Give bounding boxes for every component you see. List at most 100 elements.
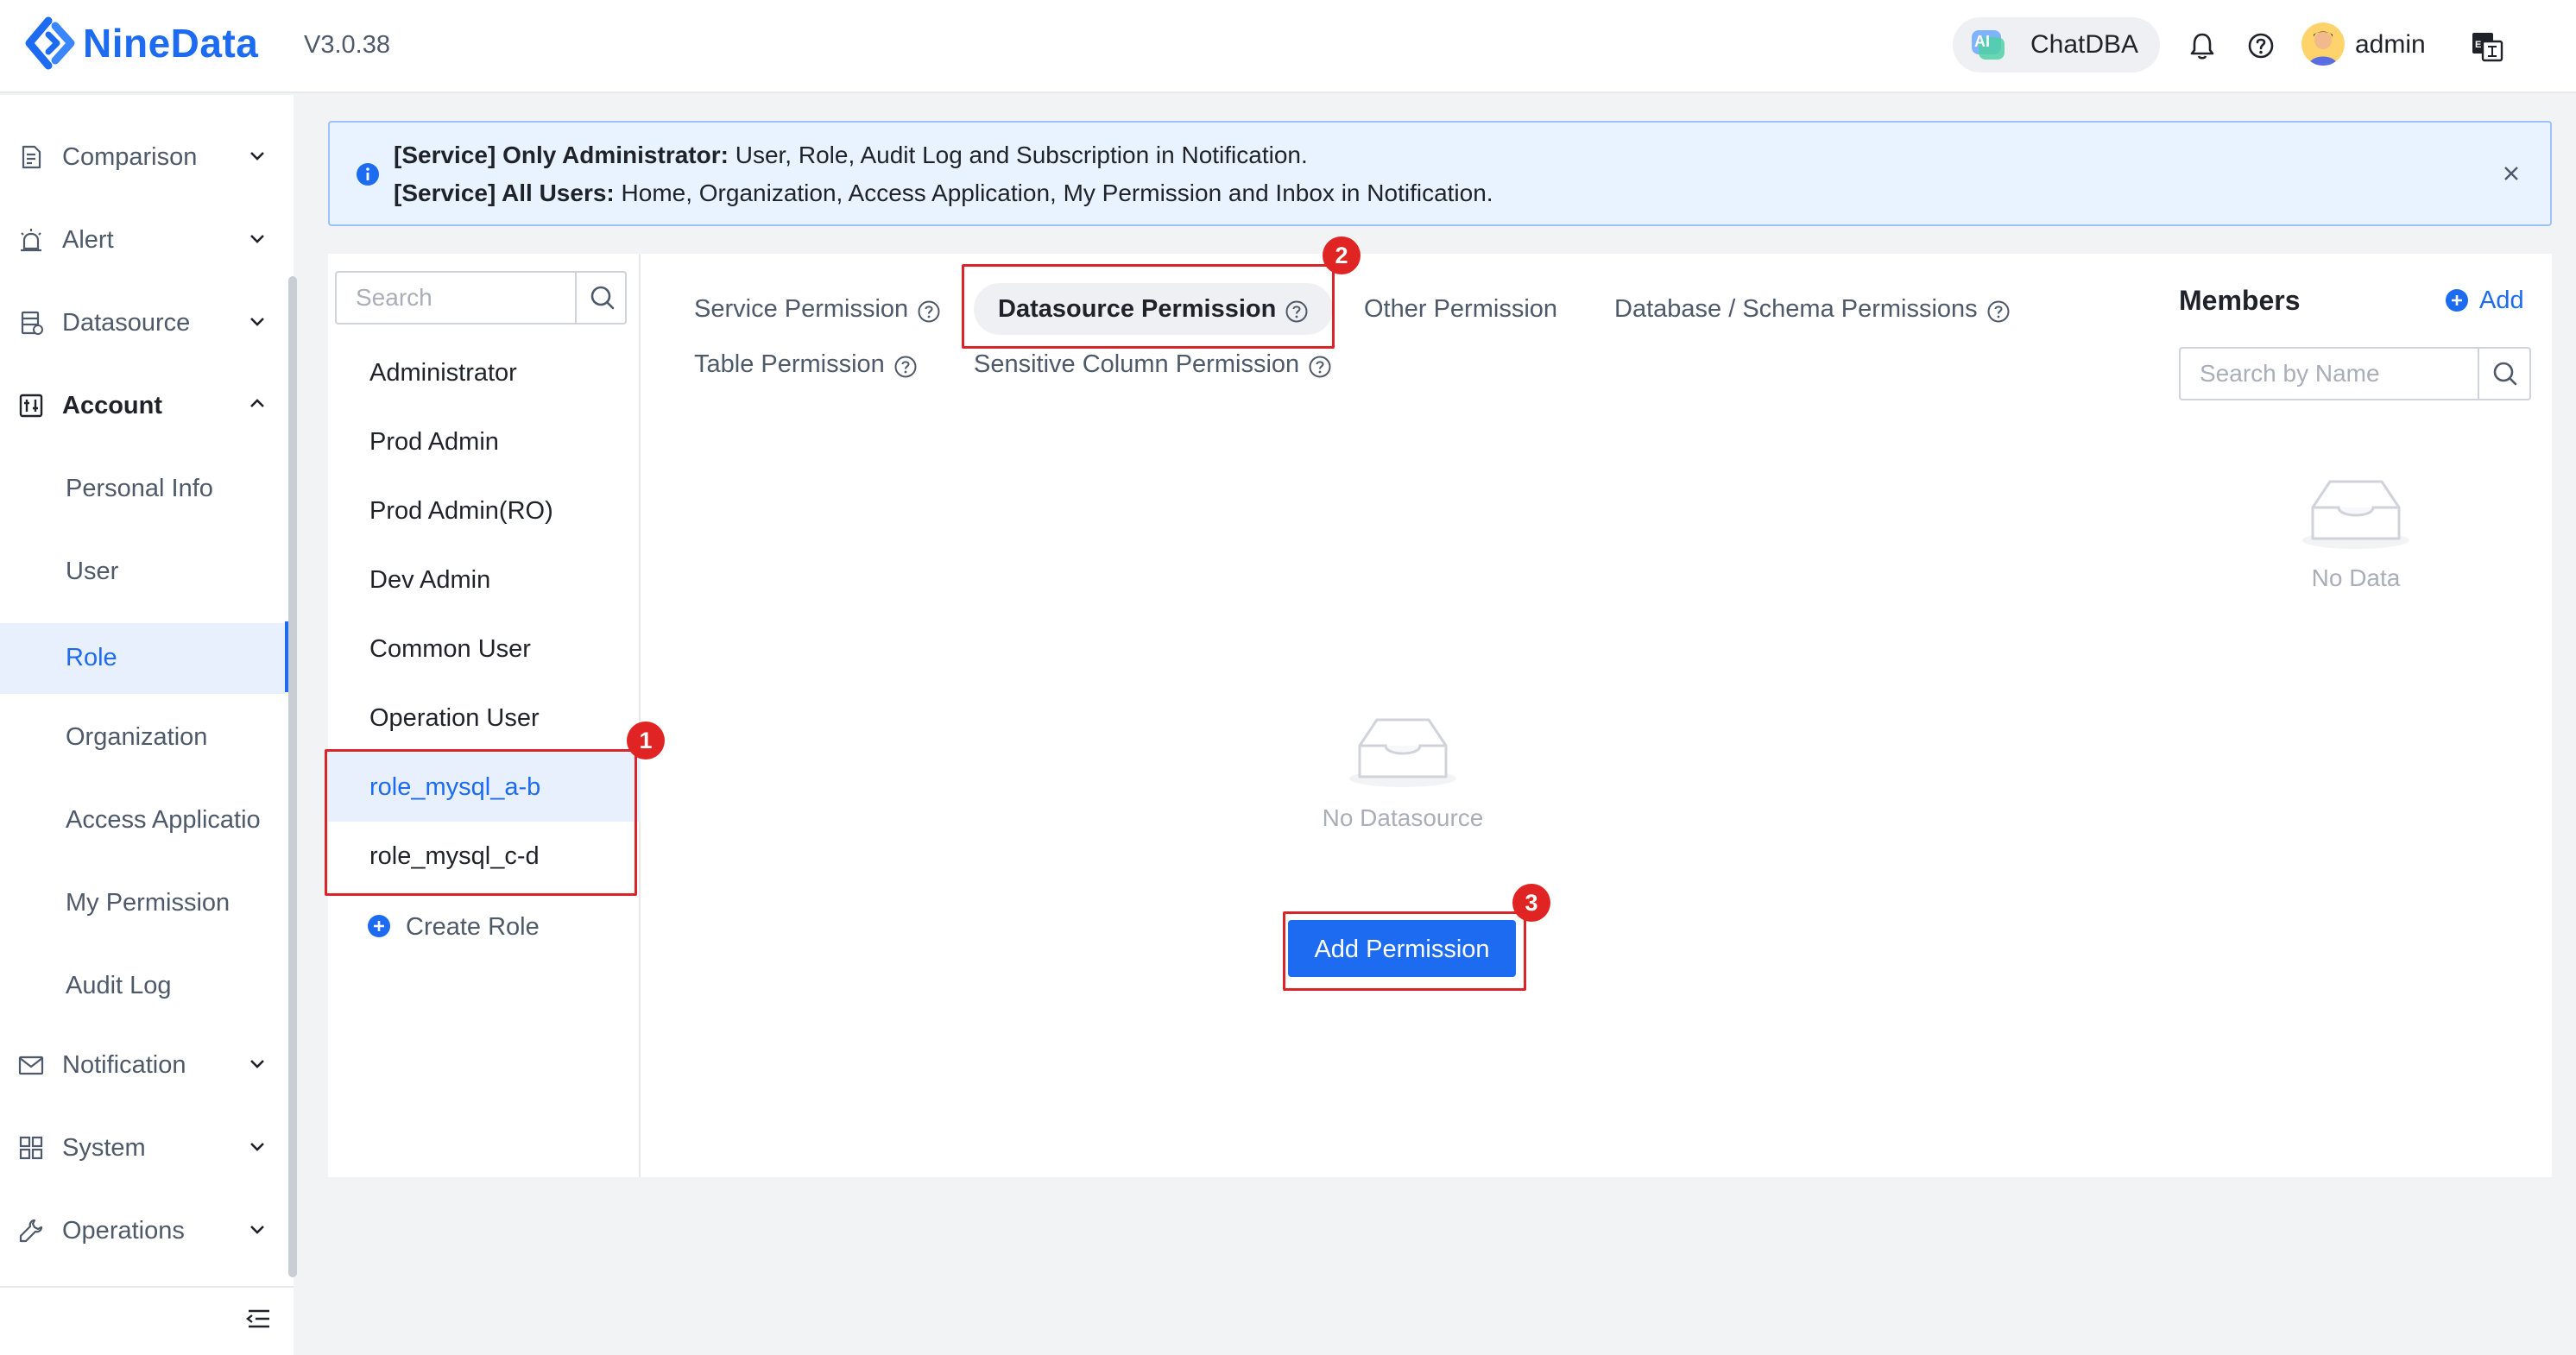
member-search-input[interactable]: [2181, 349, 2478, 399]
role-label: Operation User: [369, 704, 540, 732]
chevron-down-icon: [250, 1226, 264, 1234]
sidebar-item-account[interactable]: Account: [0, 364, 285, 447]
sidebar-subitem-my-permission[interactable]: My Permission: [0, 861, 285, 944]
role-label: Administrator: [369, 359, 517, 387]
notice-line-2: [Service] All Users: Home, Organization,…: [394, 178, 1493, 209]
annotation-badge-1: 1: [627, 722, 665, 759]
question-circle-icon[interactable]: [1986, 299, 2011, 324]
sidebar-subitem-organization[interactable]: Organization: [0, 696, 285, 778]
sidebar-item-label: Comparison: [62, 143, 198, 171]
close-icon[interactable]: [2498, 161, 2524, 186]
sidebar-item-label: Notification: [62, 1051, 186, 1079]
permission-panel: Service Permission Datasource Permission…: [641, 254, 2552, 1177]
tab-label: Service Permission: [694, 295, 909, 323]
tab-label: Database / Schema Permissions: [1614, 295, 1978, 323]
sidebar-item-operations[interactable]: Operations: [0, 1189, 285, 1272]
chevron-up-icon: [250, 399, 264, 407]
notice-line-2-bold: [Service] All Users:: [394, 180, 615, 206]
empty-inbox-icon: [1349, 718, 1456, 787]
tab-label: Table Permission: [694, 350, 885, 378]
datasource-icon: [21, 311, 43, 335]
role-item-prod-admin-ro[interactable]: Prod Admin(RO): [328, 476, 641, 545]
role-item-common-user[interactable]: Common User: [328, 614, 641, 684]
user-avatar-icon: [2301, 22, 2345, 66]
role-label: Dev Admin: [369, 566, 491, 594]
sidebar-subitem-access-application[interactable]: Access Applicatio: [0, 778, 285, 861]
sidebar-subitem-audit-log[interactable]: Audit Log: [0, 944, 285, 1027]
sidebar-scrollbar[interactable]: [288, 276, 297, 1277]
plus-circle-icon: [368, 915, 390, 937]
add-member-button[interactable]: Add: [2445, 283, 2540, 318]
sidebar-subitem-label: My Permission: [66, 889, 230, 917]
role-item-dev-admin[interactable]: Dev Admin: [328, 545, 641, 614]
tab-other-permission[interactable]: Other Permission: [1364, 283, 1557, 335]
annotation-box-add-permission: [1283, 911, 1526, 991]
sidebar-item-label: Operations: [62, 1217, 185, 1245]
avatar[interactable]: [2301, 22, 2345, 66]
role-label: Common User: [369, 635, 531, 663]
annotation-badge-2: 2: [1323, 236, 1361, 274]
sidebar-item-label: Alert: [62, 226, 114, 254]
tab-database-schema-permissions[interactable]: Database / Schema Permissions: [1614, 283, 2011, 335]
sidebar-subitem-user[interactable]: User: [0, 530, 285, 613]
sidebar-subitem-personal-info[interactable]: Personal Info: [0, 447, 285, 530]
role-search-input[interactable]: [337, 273, 575, 323]
wrench-icon: [19, 1219, 43, 1243]
alarm-icon: [21, 229, 41, 252]
info-icon: [357, 163, 379, 186]
ai-badge-text: AI: [1974, 33, 1990, 50]
collapse-menu-icon[interactable]: [243, 1303, 275, 1334]
sidebar-subitem-label: Audit Log: [66, 972, 172, 999]
notice-line-1-text: User, Role, Audit Log and Subscription i…: [728, 142, 1308, 168]
empty-inbox-icon: [2302, 480, 2409, 549]
sidebar-subitem-label: User: [66, 558, 119, 585]
ninedata-logo-icon[interactable]: [22, 16, 78, 71]
sidebar-item-alert[interactable]: Alert: [0, 199, 285, 281]
sidebar-item-notification[interactable]: Notification: [0, 1024, 285, 1106]
username[interactable]: admin: [2355, 29, 2426, 60]
tab-table-permission[interactable]: Table Permission: [694, 338, 918, 390]
language-switch-icon[interactable]: En: [2471, 29, 2505, 64]
annotation-box-datasource-tab: [962, 264, 1335, 349]
annotation-box-roles: [325, 749, 637, 896]
sidebar-subitem-label: Role: [66, 644, 117, 671]
sidebar-item-system[interactable]: System: [0, 1106, 285, 1189]
mail-icon: [18, 1056, 44, 1075]
chatdba-button[interactable]: AI ChatDBA: [1953, 17, 2160, 72]
role-item-operation-user[interactable]: Operation User: [328, 684, 641, 753]
create-role-button[interactable]: Create Role: [366, 906, 590, 949]
sidebar-subitem-role[interactable]: Role: [0, 623, 285, 694]
chevron-down-icon: [250, 318, 264, 326]
question-circle-icon[interactable]: [1308, 355, 1332, 379]
search-icon: [2493, 362, 2517, 386]
brand-name[interactable]: NineData: [83, 16, 258, 71]
account-icon: [19, 394, 43, 418]
sidebar: Comparison Alert Datasource Account Pers…: [0, 95, 294, 1355]
role-item-administrator[interactable]: Administrator: [328, 338, 641, 407]
role-search: [335, 271, 627, 325]
create-role-label: Create Role: [406, 913, 540, 941]
question-circle-icon[interactable]: [917, 299, 941, 324]
sidebar-item-comparison[interactable]: Comparison: [0, 116, 285, 199]
plus-circle-icon: [2446, 289, 2468, 312]
grid-icon: [19, 1136, 43, 1160]
sidebar-item-label: Account: [62, 392, 162, 419]
role-search-button[interactable]: [575, 273, 627, 323]
add-member-label: Add: [2479, 287, 2524, 314]
member-search-button[interactable]: [2478, 349, 2529, 399]
sidebar-item-datasource[interactable]: Datasource: [0, 281, 285, 364]
notice-line-1: [Service] Only Administrator: User, Role…: [394, 140, 1308, 171]
tab-label: Sensitive Column Permission: [974, 350, 1300, 378]
chevron-down-icon: [250, 235, 264, 243]
tab-label: Other Permission: [1364, 295, 1558, 323]
question-circle-icon[interactable]: [893, 355, 918, 379]
sidebar-subitem-label: Access Applicatio: [66, 806, 261, 834]
bell-icon[interactable]: [2184, 28, 2220, 64]
tab-service-permission[interactable]: Service Permission: [694, 283, 941, 335]
document-compare-icon: [22, 145, 41, 169]
sidebar-subitem-label: Personal Info: [66, 475, 213, 502]
help-icon[interactable]: [2243, 28, 2279, 64]
notice-line-2-text: Home, Organization, Access Application, …: [614, 180, 1493, 206]
role-item-prod-admin[interactable]: Prod Admin: [328, 407, 641, 476]
members-title: Members: [2179, 285, 2301, 316]
